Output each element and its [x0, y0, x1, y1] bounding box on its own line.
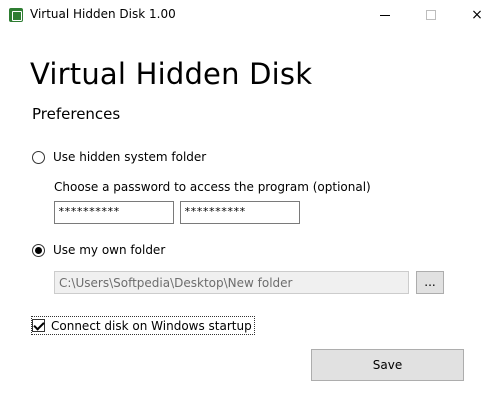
startup-option[interactable]: Connect disk on Windows startup [31, 316, 255, 335]
own-folder-option[interactable]: Use my own folder [32, 241, 165, 259]
maximize-button[interactable] [408, 0, 454, 30]
startup-label: Connect disk on Windows startup [51, 318, 252, 333]
close-icon: × [471, 7, 483, 23]
close-button[interactable]: × [454, 0, 500, 30]
hidden-folder-option[interactable]: Use hidden system folder [32, 148, 206, 166]
minimize-button[interactable] [362, 0, 408, 30]
hidden-folder-radio[interactable] [32, 150, 45, 164]
app-disk-icon [9, 8, 23, 22]
title-bar: Virtual Hidden Disk 1.00 × [0, 0, 500, 30]
folder-path-input[interactable]: C:\Users\Softpedia\Desktop\New folder [54, 271, 409, 294]
password-field[interactable]: ********** [54, 201, 174, 224]
minimize-icon [380, 14, 390, 16]
confirm-password-field[interactable]: ********** [180, 201, 300, 224]
hidden-folder-label: Use hidden system folder [53, 150, 207, 164]
own-folder-label: Use my own folder [53, 243, 166, 257]
section-title: Preferences [32, 105, 121, 123]
browse-button[interactable]: ... [416, 271, 444, 294]
page-title: Virtual Hidden Disk [30, 57, 313, 91]
maximize-icon [426, 10, 436, 20]
save-button[interactable]: Save [311, 349, 464, 381]
password-label: Choose a password to access the program … [54, 180, 371, 194]
startup-checkbox[interactable] [32, 319, 45, 332]
own-folder-radio[interactable] [32, 243, 45, 257]
window-title: Virtual Hidden Disk 1.00 [30, 7, 176, 21]
